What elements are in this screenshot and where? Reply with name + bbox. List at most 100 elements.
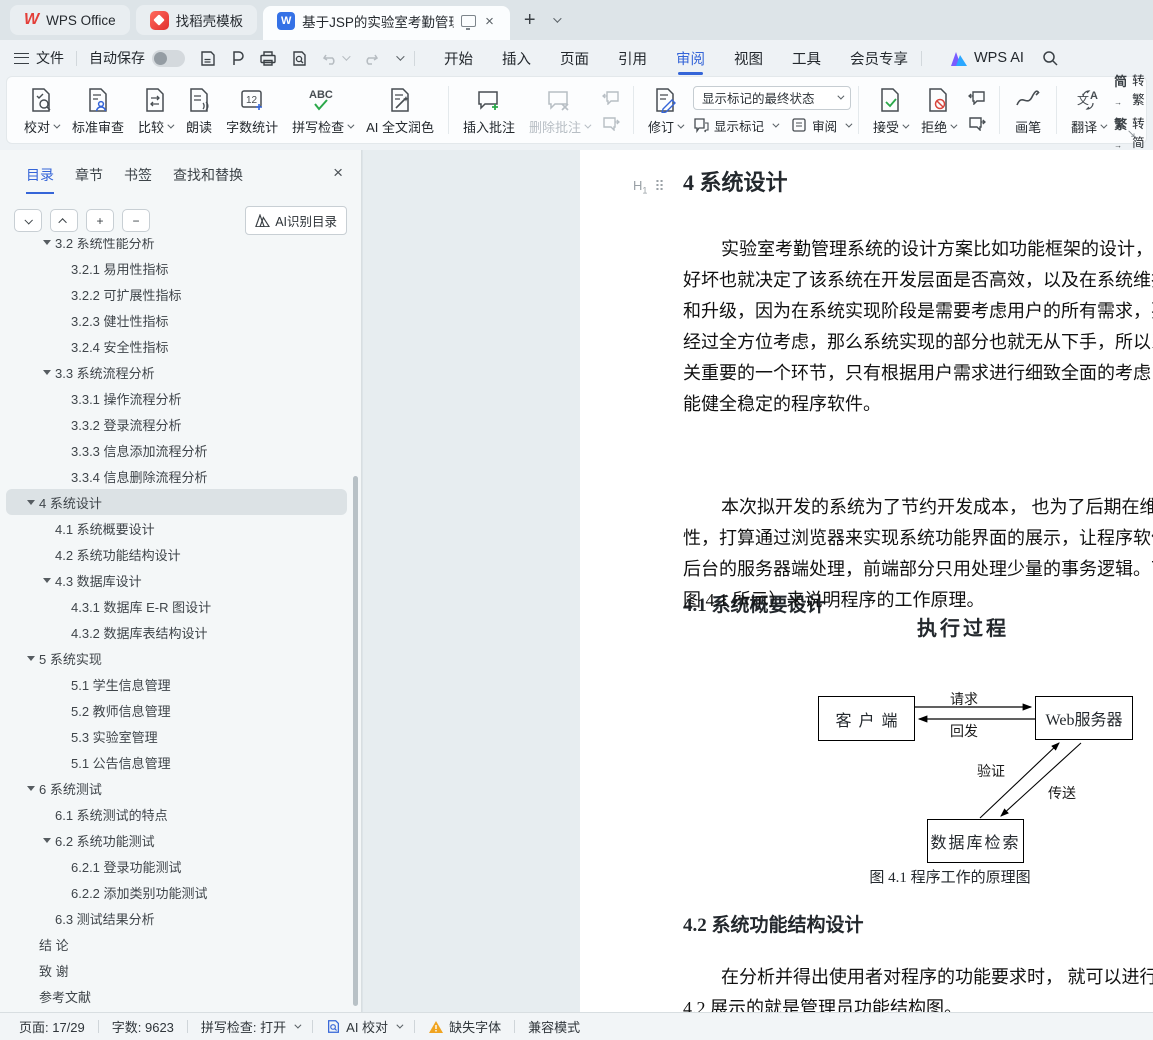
toc-item[interactable]: 5.2 教师信息管理 (6, 697, 347, 723)
print-icon[interactable] (259, 50, 277, 67)
toc-item[interactable]: 4.2 系统功能结构设计 (6, 541, 347, 567)
expand-level-button[interactable]: + (86, 209, 114, 232)
redo-icon[interactable] (362, 51, 379, 66)
toc-item[interactable]: 3.2.2 可扩展性指标 (6, 281, 347, 307)
toc-item[interactable]: 4.3 数据库设计 (6, 567, 347, 593)
toc-expand-arrow-icon[interactable] (39, 837, 55, 843)
collapse-all-button[interactable] (50, 209, 78, 232)
close-pane-icon[interactable]: × (333, 163, 343, 183)
simplified-to-traditional-button[interactable]: 简 转繁 (1114, 70, 1145, 108)
toc-item[interactable]: 参考文献 (6, 983, 347, 1009)
accept-button[interactable]: 接受 (866, 82, 914, 139)
ai-proofread-status[interactable]: AI 校对 (313, 1017, 414, 1036)
sidebar-scrollbar-thumb[interactable] (353, 476, 358, 1006)
word-count-button[interactable]: 12 字数统计 (219, 82, 285, 139)
compare-button[interactable]: 比较 (131, 82, 179, 139)
tab-document[interactable]: W 基于JSP的实验室考勤管理平台 × (263, 6, 510, 40)
toc-item[interactable]: 3.3.1 操作流程分析 (6, 385, 347, 411)
menu-tab-页面[interactable]: 页面 (559, 40, 590, 77)
review-pane-button[interactable]: 审阅 (791, 116, 853, 135)
file-menu[interactable]: 文件 (36, 48, 64, 68)
page-indicator[interactable]: 页面: 17/29 (6, 1017, 98, 1036)
collapse-ribbon-icon[interactable]: ↘ (1127, 127, 1136, 140)
toc-expand-arrow-icon[interactable] (23, 655, 39, 661)
toc-item[interactable]: 5.3 实验室管理 (6, 723, 347, 749)
ai-recognize-toc-button[interactable]: AI识别目录 (245, 206, 347, 235)
spell-check-button[interactable]: ABC 拼写检查 (285, 82, 359, 139)
show-markup-button[interactable]: 显示标记 (693, 116, 780, 135)
toc-item[interactable]: 4.3.1 数据库 E-R 图设计 (6, 593, 347, 619)
menu-tab-引用[interactable]: 引用 (617, 40, 648, 77)
toc-item[interactable]: 结 论 (6, 931, 347, 957)
track-changes-button[interactable]: 修订 (641, 82, 689, 139)
toc-item[interactable]: 6.2 系统功能测试 (6, 827, 347, 853)
drag-handle-icon[interactable]: ⠿ (654, 178, 664, 195)
export-pdf-icon[interactable] (230, 50, 245, 67)
save-icon[interactable] (199, 50, 216, 67)
tab-toc[interactable]: 目录 (26, 165, 54, 194)
toc-item[interactable]: 3.3.4 信息删除流程分析 (6, 463, 347, 489)
undo-button[interactable] (322, 51, 351, 66)
spell-check-status[interactable]: 拼写检查: 打开 (188, 1017, 312, 1036)
read-aloud-button[interactable]: 朗读 (179, 82, 219, 139)
collapse-level-button[interactable]: − (122, 209, 150, 232)
toc-item[interactable]: 3.3 系统流程分析 (6, 359, 347, 385)
next-change-button[interactable] (965, 113, 989, 133)
toc-item[interactable]: 4.3.2 数据库表结构设计 (6, 619, 347, 645)
toc-item[interactable]: 3.3.2 登录流程分析 (6, 411, 347, 437)
search-icon[interactable] (1042, 50, 1059, 67)
toc-item[interactable]: 6.2.2 添加类别功能测试 (6, 879, 347, 905)
missing-font-warning[interactable]: 缺失字体 (415, 1017, 514, 1036)
proofread-button[interactable]: 校对 (17, 82, 65, 139)
new-tab-button[interactable]: + (516, 9, 544, 32)
toc-item[interactable]: 5 系统实现 (6, 645, 347, 671)
screen-share-icon[interactable] (461, 15, 477, 30)
autosave-toggle[interactable] (152, 49, 185, 67)
word-count-indicator[interactable]: 字数: 9623 (99, 1017, 187, 1036)
toc-item[interactable]: 6.3 测试结果分析 (6, 905, 347, 931)
expand-all-button[interactable] (14, 209, 42, 232)
toc-item[interactable]: 致 谢 (6, 957, 347, 983)
menu-tab-工具[interactable]: 工具 (791, 40, 822, 77)
tab-chapters[interactable]: 章节 (75, 165, 103, 194)
toc-item[interactable]: 3.2 系统性能分析 (6, 238, 347, 255)
menu-tab-视图[interactable]: 视图 (733, 40, 764, 77)
menu-tab-会员专享[interactable]: 会员专享 (849, 40, 909, 77)
toc-item[interactable]: 5.1 学生信息管理 (6, 671, 347, 697)
insert-comment-button[interactable]: 插入批注 (456, 82, 522, 139)
toc-item[interactable]: 6.1 系统测试的特点 (6, 801, 347, 827)
standard-review-button[interactable]: 标准审查 (65, 82, 131, 139)
toc-item[interactable]: 3.2.4 安全性指标 (6, 333, 347, 359)
menu-tab-审阅[interactable]: 审阅 (675, 40, 706, 77)
tab-wps-home[interactable]: W WPS Office (10, 5, 130, 35)
print-preview-icon[interactable] (291, 50, 308, 67)
markup-state-select[interactable]: 显示标记的最终状态 (693, 85, 852, 110)
brush-button[interactable]: 画笔 (1007, 82, 1049, 139)
toc-expand-arrow-icon[interactable] (39, 577, 55, 583)
tab-list-chevron-icon[interactable] (552, 14, 562, 23)
toc-item[interactable]: 3.3.3 信息添加流程分析 (6, 437, 347, 463)
document-page[interactable]: H1 ⠿ 4 系统设计 实验室考勤管理系统的设计方案比如功能框架的设计，比如数好… (580, 150, 1153, 1012)
toc-expand-arrow-icon[interactable] (39, 369, 55, 375)
toc-item[interactable]: 3.2.1 易用性指标 (6, 255, 347, 281)
toc-item[interactable]: 5.1 公告信息管理 (6, 749, 347, 775)
toc-item[interactable]: 4 系统设计 (6, 489, 347, 515)
wps-ai-button[interactable]: WPS AI (950, 50, 1024, 66)
menu-tab-插入[interactable]: 插入 (501, 40, 532, 77)
ai-polish-button[interactable]: AI 全文润色 (359, 82, 441, 139)
close-tab-icon[interactable]: × (483, 13, 496, 30)
tab-find-replace[interactable]: 查找和替换 (173, 165, 243, 194)
reject-button[interactable]: 拒绝 (914, 82, 962, 139)
tab-bookmarks[interactable]: 书签 (124, 165, 152, 194)
more-commands-chevron-icon[interactable] (396, 52, 405, 61)
toc-item[interactable]: 3.2.3 健壮性指标 (6, 307, 347, 333)
tab-docer[interactable]: 找稻壳模板 (135, 5, 258, 35)
toc-item[interactable]: 6 系统测试 (6, 775, 347, 801)
menu-tab-开始[interactable]: 开始 (443, 40, 474, 77)
toc-expand-arrow-icon[interactable] (23, 785, 39, 791)
toc-item[interactable]: 4.1 系统概要设计 (6, 515, 347, 541)
previous-change-button[interactable] (965, 87, 989, 107)
toc-expand-arrow-icon[interactable] (39, 239, 55, 245)
translate-button[interactable]: 文A 翻译 (1064, 82, 1112, 139)
toc-item[interactable]: 6.2.1 登录功能测试 (6, 853, 347, 879)
